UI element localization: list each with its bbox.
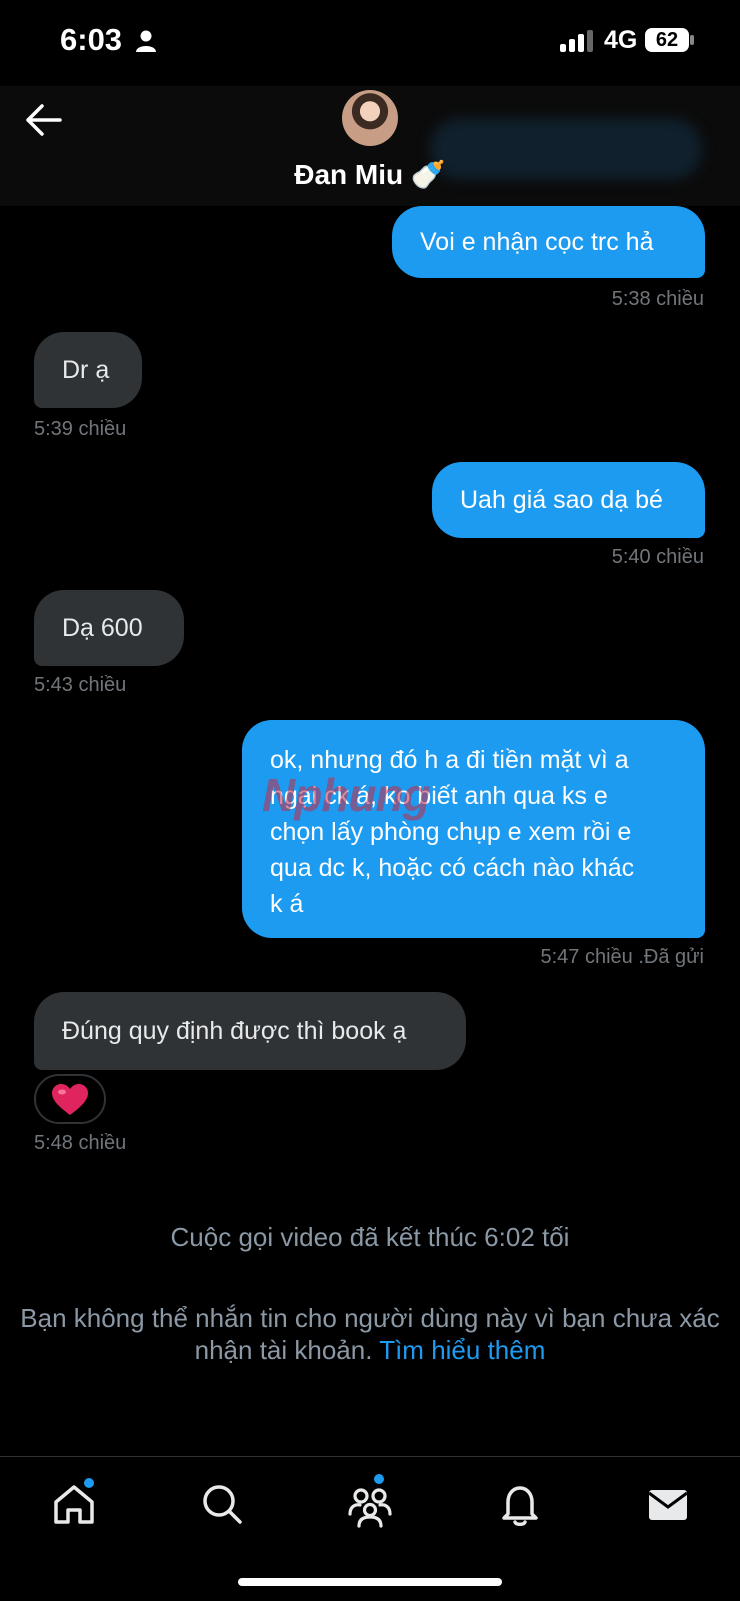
message-bubble-incoming[interactable]: Dạ 600	[34, 590, 184, 666]
battery-level: 62	[645, 28, 689, 52]
message-timestamp: 5:38 chiều	[611, 288, 704, 310]
message-timestamp: 5:48 chiều	[34, 1132, 127, 1154]
message-time: 5:47 chiều	[540, 946, 633, 968]
message-timestamp: 5:43 chiều	[34, 674, 127, 696]
message-text: Đúng quy định được thì book ạ	[62, 1017, 407, 1045]
heart-reaction[interactable]	[34, 1074, 106, 1124]
network-type: 4G	[604, 26, 638, 54]
status-time: 6:03	[60, 22, 123, 57]
cannot-message-notice: Bạn không thể nhắn tin cho người dùng nà…	[20, 1302, 720, 1366]
message-text: Uah giá sao dạ bé	[460, 486, 663, 514]
person-icon	[136, 30, 156, 52]
baby-bottle-emoji: 🍼	[410, 159, 446, 190]
message-text-line: qua dc k, hoặc có cách nào khác	[270, 854, 635, 882]
video-call-ended-notice: Cuộc gọi video đã kết thúc 6:02 tối	[170, 1222, 570, 1252]
home-indicator	[238, 1578, 502, 1586]
message-bubble-outgoing[interactable]: Uah giá sao dạ bé	[432, 462, 705, 538]
signal-icon	[560, 30, 593, 52]
message-text: Dạ 600	[62, 614, 143, 642]
message-timestamp: 5:47 chiều .Đã gửi	[541, 946, 705, 969]
bell-icon[interactable]	[496, 1480, 544, 1528]
message-text-line: k á	[270, 890, 304, 918]
notice-text: Bạn không thể nhắn tin cho người dùng nà…	[20, 1303, 720, 1365]
heart-icon	[52, 1084, 88, 1115]
contact-name-text: Đan Miu	[294, 159, 404, 190]
search-icon[interactable]	[198, 1480, 246, 1528]
message-bubble-incoming[interactable]: Dr ạ	[34, 332, 142, 408]
message-timestamp: 5:39 chiều	[34, 418, 127, 440]
mail-icon[interactable]	[644, 1480, 692, 1528]
sent-status: .Đã gửi	[638, 946, 704, 968]
communities-badge	[374, 1474, 384, 1484]
avatar[interactable]	[342, 90, 398, 146]
communities-icon[interactable]	[346, 1480, 394, 1528]
message-bubble-incoming[interactable]: Đúng quy định được thì book ạ	[34, 992, 466, 1070]
message-text: Voi e nhận cọc trc hả	[420, 228, 654, 256]
message-timestamp: 5:40 chiều	[611, 546, 704, 568]
contact-name[interactable]: Đan Miu 🍼	[0, 158, 740, 191]
home-badge	[84, 1478, 94, 1488]
watermark: Nphung	[262, 769, 431, 821]
message-bubble-outgoing[interactable]: ok, nhưng đó h a đi tiền mặt vì a ngại c…	[242, 720, 705, 938]
message-text: Dr ạ	[62, 356, 110, 384]
message-bubble-outgoing[interactable]: Voi e nhận cọc trc hả	[392, 206, 705, 278]
back-arrow-icon[interactable]	[24, 102, 64, 138]
battery-icon	[690, 35, 694, 45]
learn-more-link[interactable]: Tìm hiểu thêm	[379, 1335, 545, 1365]
